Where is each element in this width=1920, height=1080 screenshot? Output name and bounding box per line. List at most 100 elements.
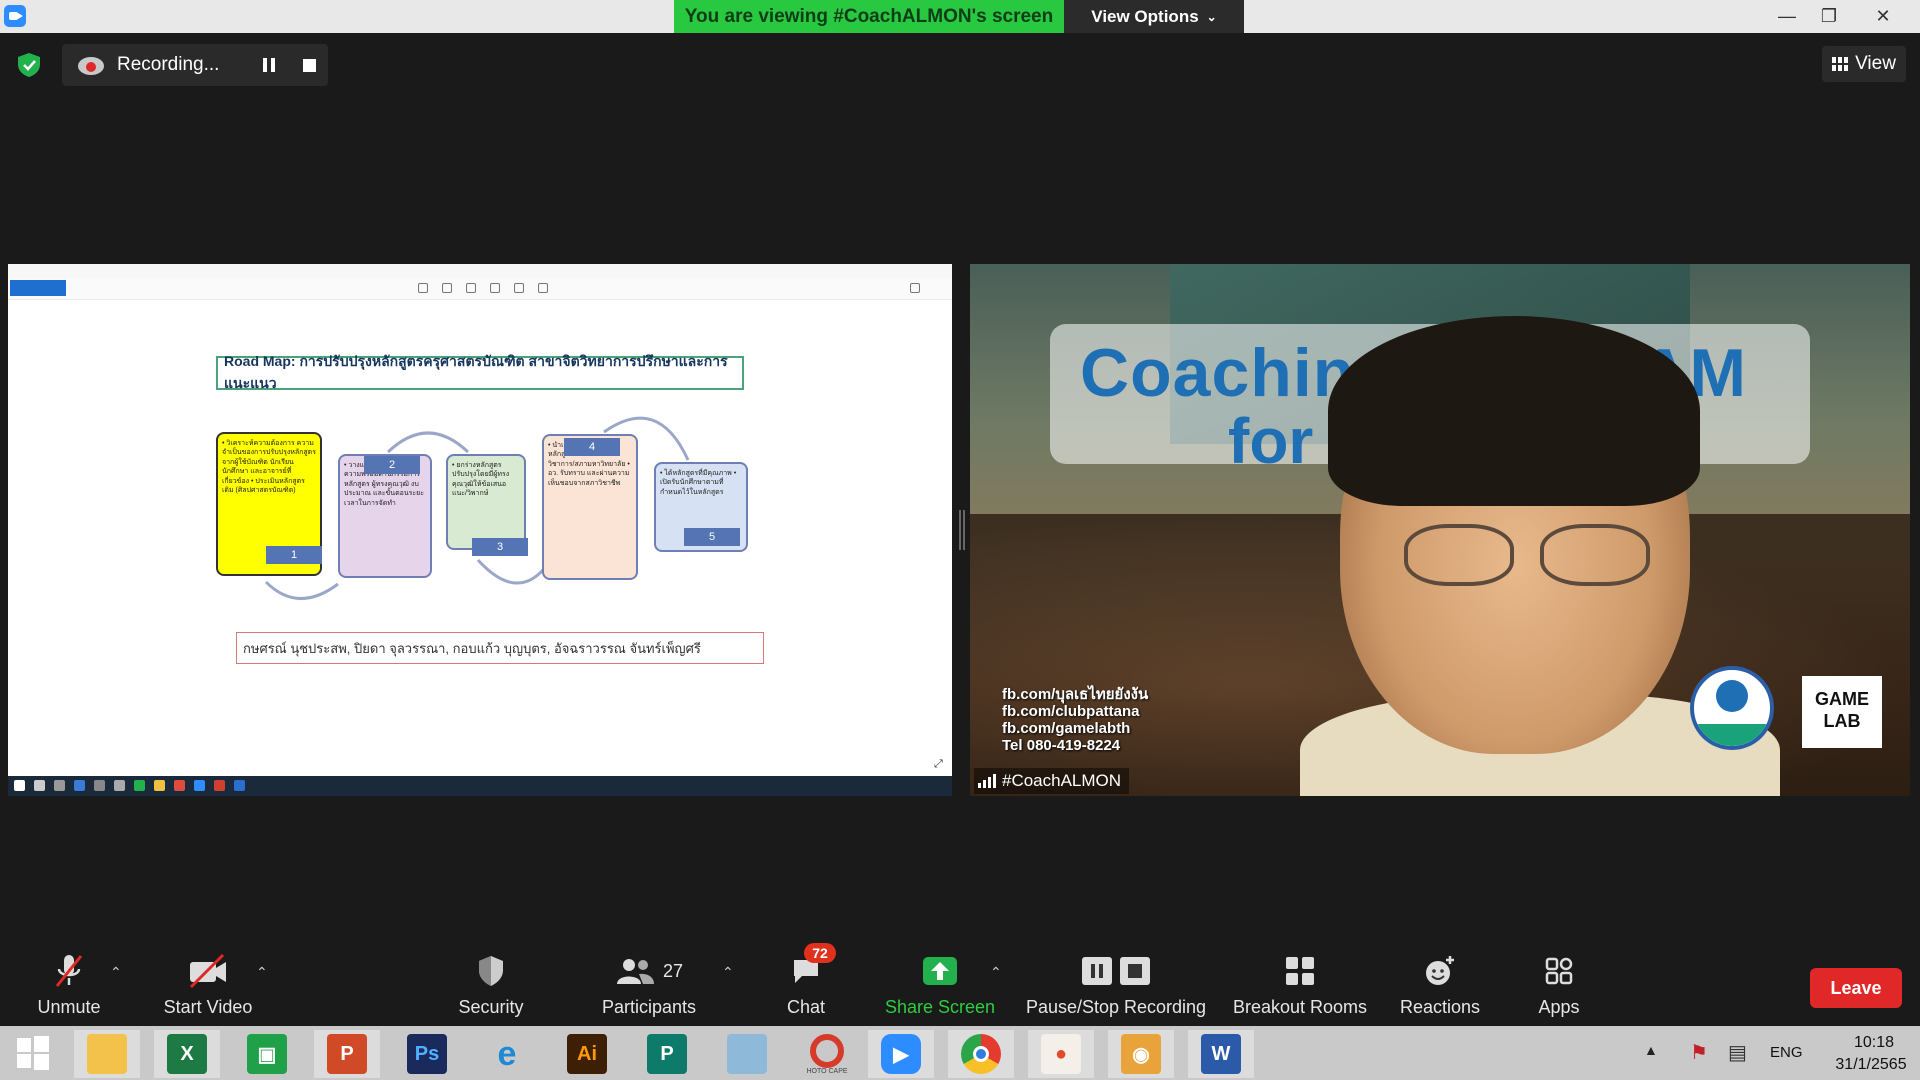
- participant-name-tag: #CoachALMON: [974, 768, 1130, 794]
- taskbar-photos[interactable]: ●: [1028, 1030, 1094, 1078]
- roadmap-step-3: • ยกร่างหลักสูตรปรับปรุงโดยมีผู้ทรงคุณวุ…: [446, 454, 526, 550]
- video-options-chevron-up-icon[interactable]: ⌃: [256, 964, 268, 981]
- unmute-button[interactable]: Unmute: [26, 944, 112, 1026]
- taskbar-zoom[interactable]: ▶: [868, 1030, 934, 1078]
- reactions-button[interactable]: Reactions: [1394, 944, 1486, 1026]
- photos-app-icon: ●: [1041, 1034, 1081, 1074]
- shared-app-icon: [234, 780, 245, 791]
- shared-taskbar: [8, 776, 952, 796]
- shared-screen-content: Road Map: การปรับปรุงหลักสูตรครุศาสตรบัณ…: [8, 264, 952, 796]
- social-contacts: fb.com/บุลเธไทยยังงัน fb.com/clubpattana…: [1002, 686, 1148, 754]
- chrome-icon: [961, 1034, 1001, 1074]
- close-icon[interactable]: ✕: [1860, 0, 1906, 33]
- viewing-screen-banner: You are viewing #CoachALMON's screen: [674, 0, 1064, 33]
- pause-recording-button[interactable]: [254, 50, 284, 80]
- windows-taskbar: X ▣ P Ps e Ai P HOTO CAPE ▶ ● ◉ W ▲ ⚑ ▤ …: [0, 1026, 1920, 1080]
- restore-icon[interactable]: ❐: [1806, 0, 1852, 33]
- social-line: Tel 080-419-8224: [1002, 737, 1121, 754]
- taskbar-file-explorer[interactable]: [74, 1030, 140, 1078]
- participants-label: Participants: [601, 997, 697, 1017]
- share-screen-arrow-icon: [922, 951, 958, 991]
- tray-chevron-up-icon[interactable]: ▲: [1644, 1042, 1658, 1058]
- participants-options-chevron-up-icon[interactable]: ⌃: [722, 964, 734, 981]
- participant-name: #CoachALMON: [1002, 771, 1122, 790]
- leave-meeting-button[interactable]: Leave: [1810, 968, 1902, 1008]
- network-icon[interactable]: ▤: [1728, 1040, 1747, 1065]
- taskbar-store[interactable]: ▣: [234, 1030, 300, 1078]
- step-number-5: 5: [684, 528, 740, 546]
- chevron-down-icon: ⌄: [1206, 9, 1217, 24]
- camera-icon: ◉: [1121, 1034, 1161, 1074]
- breakout-rooms-label: Breakout Rooms: [1232, 997, 1368, 1017]
- shared-app-icon: [154, 780, 165, 791]
- taskbar-word[interactable]: W: [1188, 1030, 1254, 1078]
- taskbar-internet-explorer[interactable]: e: [474, 1030, 540, 1078]
- step-number-1: 1: [266, 546, 322, 564]
- shared-app-icon: [94, 780, 105, 791]
- pause-stop-recording-icon: [1080, 951, 1152, 991]
- audio-options-chevron-up-icon[interactable]: ⌃: [110, 964, 122, 981]
- video-off-icon: [187, 951, 229, 991]
- taskbar-photoscape[interactable]: HOTO CAPE: [794, 1030, 860, 1078]
- shared-search-icon: [34, 780, 45, 791]
- step-number-4: 4: [564, 438, 620, 456]
- social-line: fb.com/clubpattana: [1002, 703, 1140, 720]
- taskbar-notepad[interactable]: [714, 1030, 780, 1078]
- shared-app-icon: [194, 780, 205, 791]
- share-options-chevron-up-icon[interactable]: ⌃: [990, 964, 1002, 981]
- recording-status-text: Recording...: [117, 54, 220, 75]
- internet-explorer-icon: e: [497, 1034, 517, 1073]
- taskbar-photoshop[interactable]: Ps: [394, 1030, 460, 1078]
- reactions-label: Reactions: [1399, 997, 1481, 1017]
- clock-time[interactable]: 10:18: [1834, 1034, 1914, 1052]
- shared-app-icon: [54, 780, 65, 791]
- word-icon: W: [1201, 1034, 1241, 1074]
- input-language[interactable]: ENG: [1770, 1044, 1803, 1061]
- stop-recording-button[interactable]: [294, 50, 324, 80]
- social-line: fb.com/gamelabth: [1002, 720, 1131, 737]
- split-divider-handle[interactable]: [959, 510, 965, 550]
- apps-button[interactable]: Apps: [1528, 944, 1590, 1026]
- participants-button[interactable]: 27 Participants: [596, 944, 702, 1026]
- taskbar-chrome[interactable]: [948, 1030, 1014, 1078]
- share-screen-label: Share Screen: [884, 997, 996, 1017]
- breakout-rooms-icon: [1284, 951, 1316, 991]
- title-bar: You are viewing #CoachALMON's screen Vie…: [0, 0, 1920, 33]
- pause-stop-recording-button[interactable]: Pause/Stop Recording: [1024, 944, 1208, 1026]
- reactions-emoji-icon: [1423, 951, 1457, 991]
- taskbar-illustrator[interactable]: Ai: [554, 1030, 620, 1078]
- gamelab-logo: GAME LAB: [1802, 676, 1882, 748]
- taskbar-publisher[interactable]: P: [634, 1030, 700, 1078]
- view-button[interactable]: View: [1822, 46, 1906, 82]
- encryption-shield-icon[interactable]: [16, 52, 42, 78]
- windows-start-button[interactable]: [0, 1026, 66, 1080]
- microphone-muted-icon: [52, 951, 86, 991]
- share-screen-button[interactable]: Share Screen: [884, 944, 996, 1026]
- apps-label: Apps: [1538, 997, 1580, 1017]
- chat-button[interactable]: 72 Chat: [780, 943, 836, 1026]
- shared-app-icon: [214, 780, 225, 791]
- meeting-toolbar: Unmute ⌃ Start Video ⌃ Security 27 Parti…: [0, 943, 1920, 1026]
- security-button[interactable]: Security: [446, 944, 536, 1026]
- signal-strength-icon: [978, 774, 996, 788]
- breakout-rooms-button[interactable]: Breakout Rooms: [1230, 944, 1370, 1026]
- glasses-left-lens: [1404, 524, 1514, 586]
- taskbar-camera[interactable]: ◉: [1108, 1030, 1174, 1078]
- excel-icon: X: [167, 1034, 207, 1074]
- view-options-button[interactable]: View Options ⌄: [1064, 0, 1244, 33]
- start-video-button[interactable]: Start Video: [158, 944, 258, 1026]
- overlay-text-coachin: Coachin: [1080, 335, 1356, 411]
- clock-date[interactable]: 31/1/2565: [1826, 1056, 1916, 1074]
- publisher-icon: P: [647, 1034, 687, 1074]
- minimize-icon[interactable]: —: [1764, 0, 1810, 33]
- photoscape-icon: [810, 1033, 844, 1068]
- chat-unread-badge: 72: [804, 943, 836, 963]
- shared-app-icon: [174, 780, 185, 791]
- taskbar-powerpoint[interactable]: P: [314, 1030, 380, 1078]
- powerpoint-icon: P: [327, 1034, 367, 1074]
- pause-stop-recording-label: Pause/Stop Recording: [1025, 997, 1207, 1017]
- taskbar-excel[interactable]: X: [154, 1030, 220, 1078]
- step-number-3: 3: [472, 538, 528, 556]
- grid-icon: [1832, 57, 1849, 71]
- action-center-flag-icon[interactable]: ⚑: [1690, 1040, 1708, 1065]
